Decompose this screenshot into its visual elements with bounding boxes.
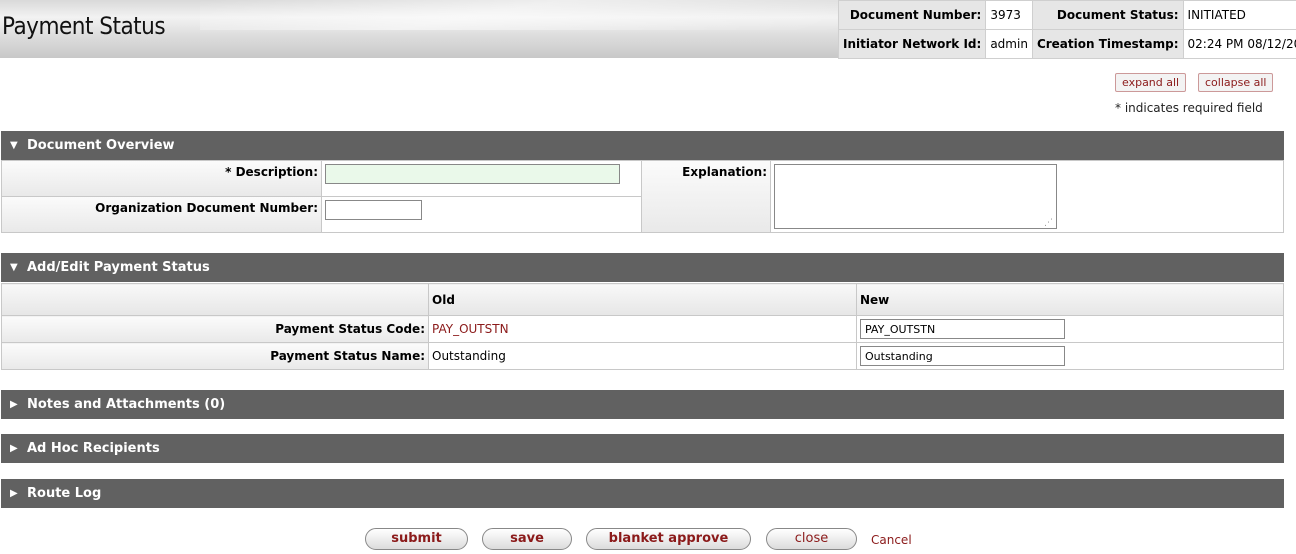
section-route-log[interactable]: ▶ Route Log	[1, 479, 1284, 508]
header-decoration	[200, 0, 840, 30]
payment-status-code-label: Payment Status Code:	[1, 315, 429, 343]
initiator-value: admin	[985, 29, 1033, 59]
section-title: Add/Edit Payment Status	[27, 260, 210, 275]
triangle-down-icon: ▼	[10, 140, 18, 151]
document-overview-table: * Description: Organization Document Num…	[1, 160, 1284, 233]
triangle-right-icon: ▶	[10, 443, 18, 454]
section-notes-and-attachments[interactable]: ▶ Notes and Attachments (0)	[1, 390, 1284, 419]
document-status-value: INITIATED	[1182, 0, 1296, 30]
payment-status-name-label: Payment Status Name:	[1, 342, 429, 370]
column-old-header: Old	[428, 283, 857, 316]
payment-status-name-old: Outstanding	[428, 342, 857, 370]
page-title: Payment Status	[2, 12, 166, 40]
payment-status-code-new-cell	[856, 315, 1284, 343]
column-new-header: New	[856, 283, 1284, 316]
required-field-note: * indicates required field	[1115, 101, 1263, 115]
section-document-overview[interactable]: ▼ Document Overview	[1, 131, 1284, 160]
document-status-label: Document Status:	[1031, 0, 1184, 30]
section-add-edit-payment-status[interactable]: ▼ Add/Edit Payment Status	[1, 253, 1284, 282]
expand-all-button[interactable]: expand all	[1115, 73, 1187, 92]
triangle-right-icon: ▶	[10, 399, 18, 410]
payment-status-table: Old New Payment Status Code: PAY_OUTSTN …	[1, 283, 1284, 370]
section-ad-hoc-recipients[interactable]: ▶ Ad Hoc Recipients	[1, 434, 1284, 463]
triangle-down-icon: ▼	[10, 262, 18, 273]
document-info-table: Document Number: 3973 Document Status: I…	[837, 0, 1296, 59]
header-blank	[1, 283, 429, 316]
explanation-label: Explanation:	[642, 161, 771, 233]
document-number-label: Document Number:	[837, 0, 987, 30]
creation-timestamp-value: 02:24 PM 08/12/2013	[1182, 29, 1296, 59]
triangle-right-icon: ▶	[10, 488, 18, 499]
org-doc-number-label: Organization Document Number:	[2, 197, 322, 233]
resize-grip-icon[interactable]: ⋰	[1044, 218, 1053, 228]
section-title: Route Log	[27, 486, 102, 501]
initiator-label: Initiator Network Id:	[837, 29, 987, 59]
cancel-link[interactable]: Cancel	[871, 533, 912, 547]
description-label: * Description:	[2, 161, 322, 197]
explanation-textarea[interactable]: ⋰	[774, 164, 1057, 229]
creation-timestamp-label: Creation Timestamp:	[1031, 29, 1184, 59]
page-header: Payment Status Document Number: 3973 Doc…	[0, 0, 1296, 59]
payment-status-name-input[interactable]	[860, 346, 1065, 366]
submit-button[interactable]: submit	[365, 528, 468, 550]
payment-status-code-input[interactable]	[860, 319, 1065, 339]
document-number-value: 3973	[985, 0, 1033, 30]
save-button[interactable]: save	[482, 528, 572, 550]
collapse-all-button[interactable]: collapse all	[1198, 73, 1274, 92]
blanket-approve-button[interactable]: blanket approve	[586, 528, 751, 550]
close-button[interactable]: close	[766, 528, 857, 550]
section-title: Document Overview	[27, 138, 175, 153]
description-input[interactable]	[325, 164, 620, 184]
section-title: Ad Hoc Recipients	[27, 441, 160, 456]
org-doc-number-input[interactable]	[325, 200, 422, 220]
payment-status-name-new-cell	[856, 342, 1284, 370]
section-title: Notes and Attachments (0)	[27, 397, 226, 412]
payment-status-code-old: PAY_OUTSTN	[428, 315, 857, 343]
